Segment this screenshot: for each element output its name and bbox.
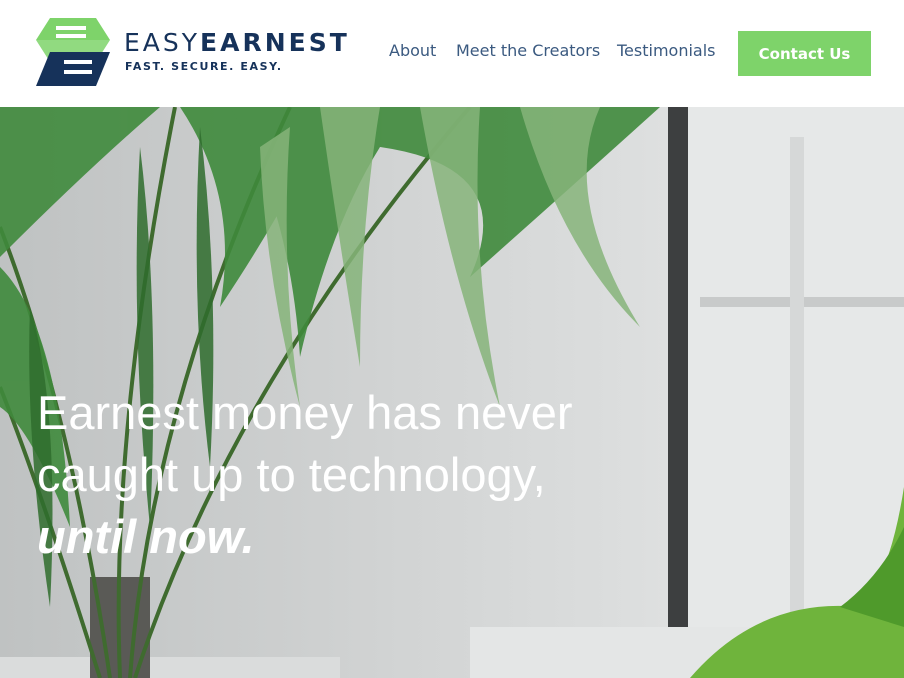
site-header: EASYEARNEST FAST. SECURE. EASY. About Me…	[0, 0, 904, 107]
contact-us-button[interactable]: Contact Us	[738, 31, 871, 76]
nav-link-about[interactable]: About	[389, 41, 436, 60]
hero-headline-emphasis: until now.	[37, 510, 255, 563]
hero-headline-line2: caught up to technology,	[37, 448, 546, 501]
brand-name: EASYEARNEST	[124, 30, 350, 55]
hero-banner: Earnest money has never caught up to tec…	[0, 107, 904, 678]
logo[interactable]: EASYEARNEST FAST. SECURE. EASY.	[36, 18, 366, 88]
brand-tagline: FAST. SECURE. EASY.	[125, 60, 283, 73]
hero-headline-line1: Earnest money has never	[37, 386, 573, 439]
easyearnest-logo-icon	[36, 18, 110, 86]
nav-link-testimonials[interactable]: Testimonials	[617, 41, 716, 60]
hero-headline: Earnest money has never caught up to tec…	[37, 382, 677, 568]
brand-name-part1: EASY	[124, 28, 201, 57]
nav-link-meet-the-creators[interactable]: Meet the Creators	[456, 41, 600, 60]
brand-name-part2: EARNEST	[200, 28, 350, 57]
